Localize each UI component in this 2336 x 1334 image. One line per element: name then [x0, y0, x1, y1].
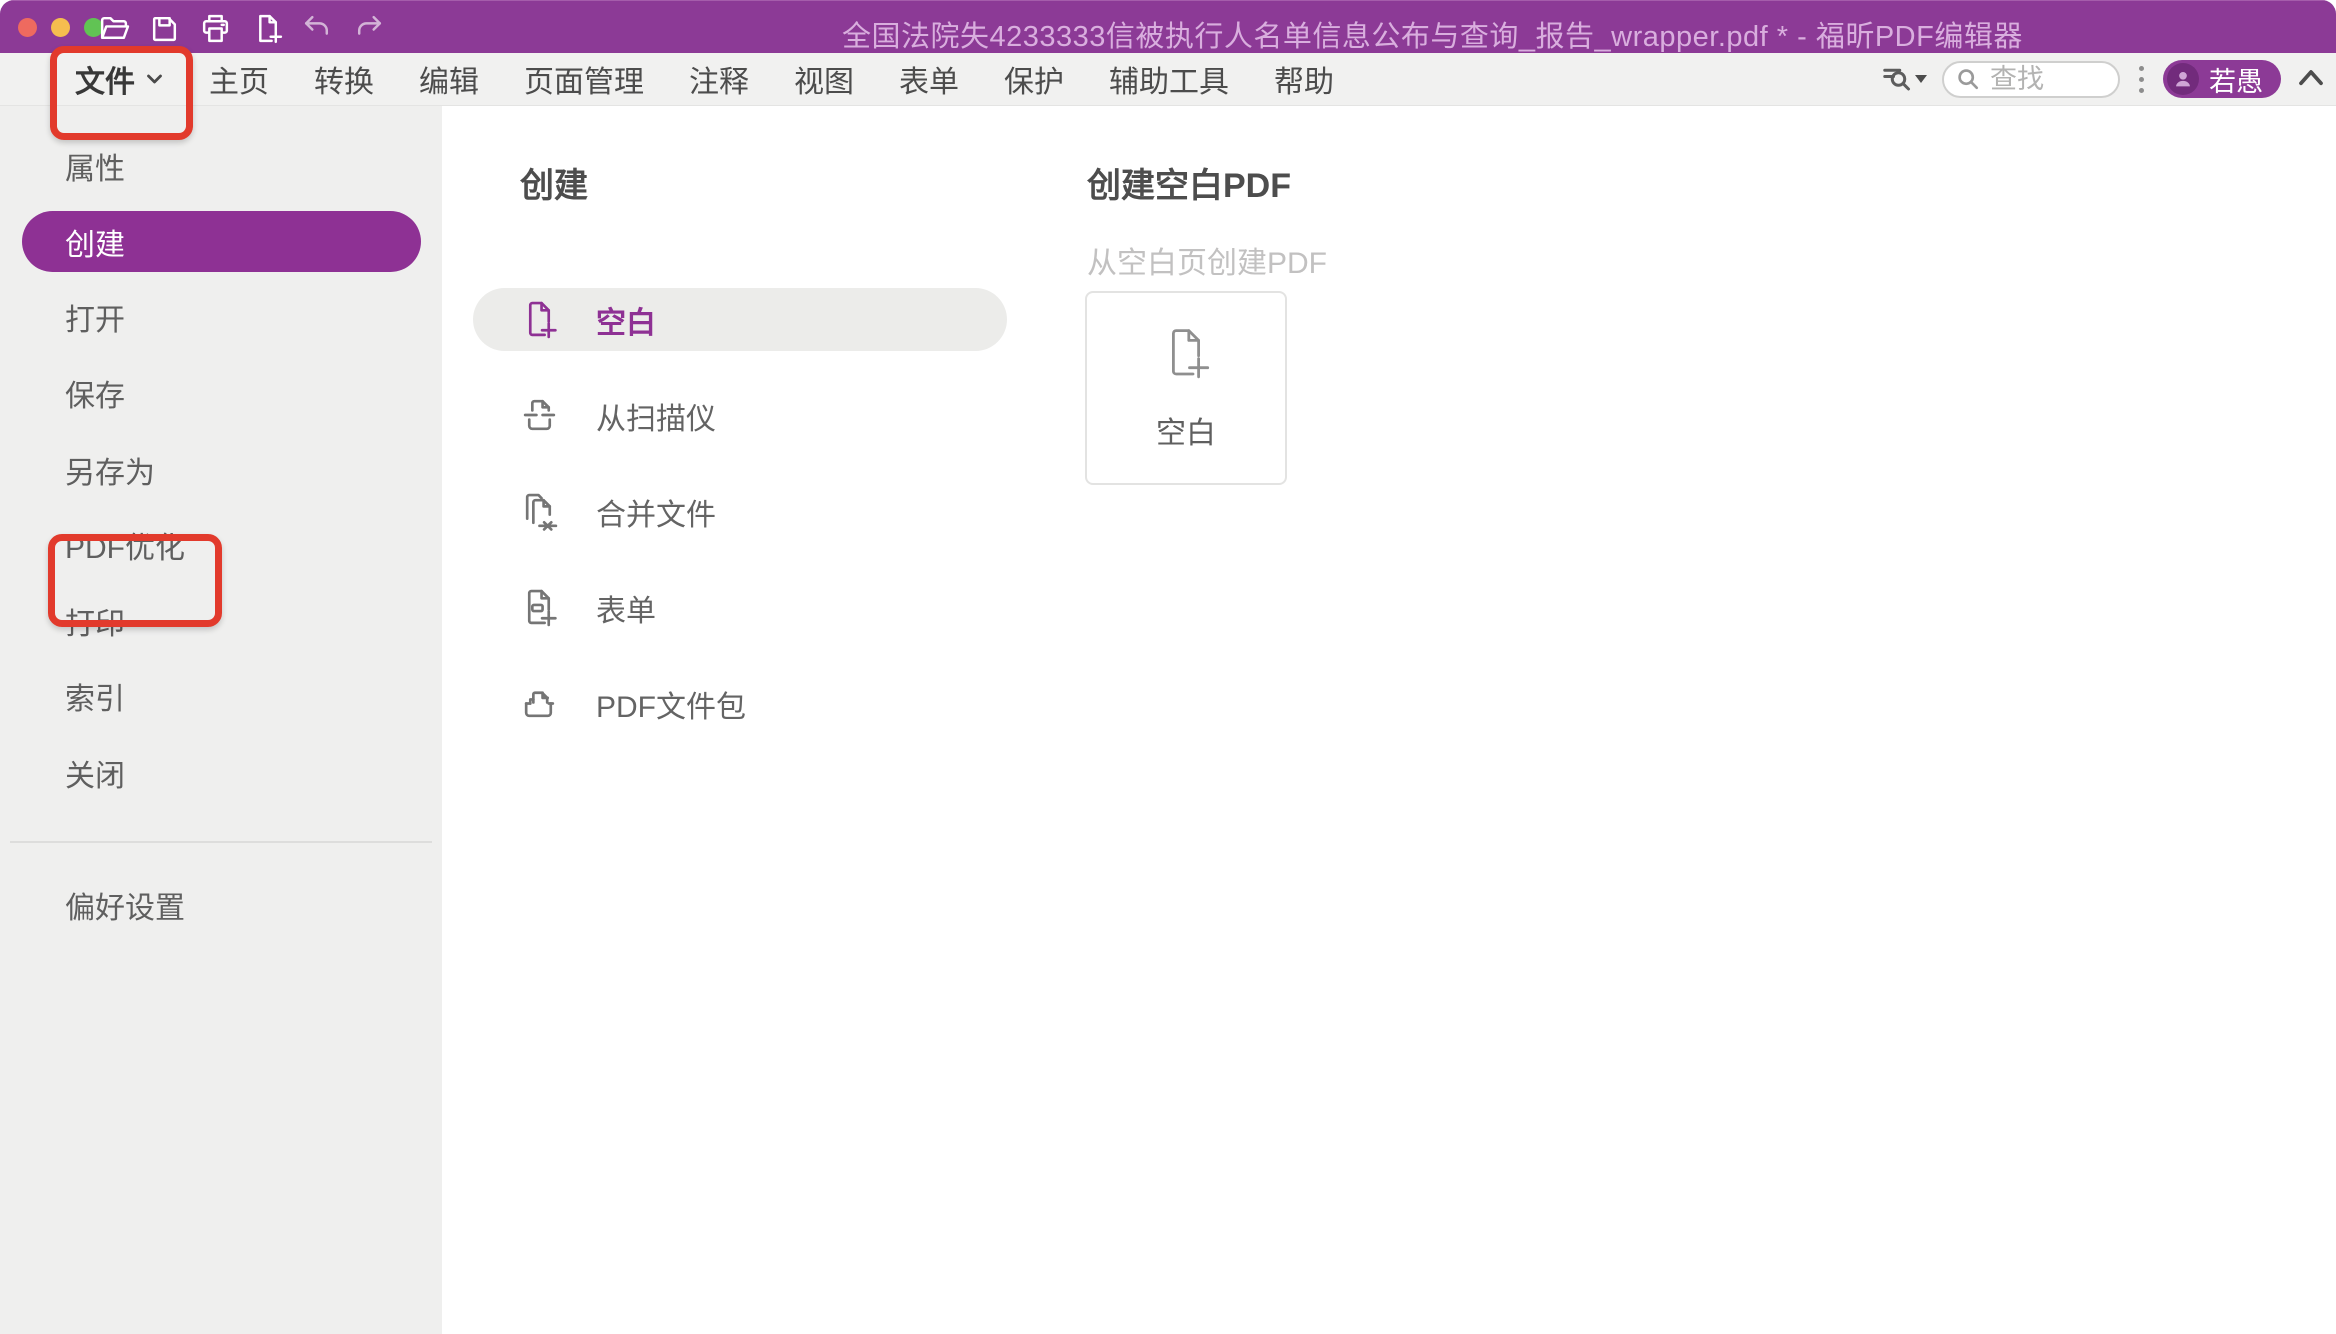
caret-down-icon	[1915, 75, 1927, 83]
sidebar-item-create-selected[interactable]: 创建	[22, 211, 421, 272]
chevron-up-icon	[2296, 66, 2326, 88]
detail-subheading: 从空白页创建PDF	[1087, 238, 1327, 282]
blank-page-icon	[519, 299, 560, 340]
tab-accessibility[interactable]: 辅助工具	[1109, 57, 1229, 101]
annotation-box-save-as	[48, 534, 222, 627]
detail-heading: 创建空白PDF	[1087, 158, 1291, 207]
save-icon[interactable]	[146, 10, 182, 46]
tab-form[interactable]: 表单	[899, 57, 959, 101]
collapse-toolbar-button[interactable]	[2296, 66, 2326, 93]
search-field[interactable]	[1942, 61, 2120, 98]
sidebar-divider	[10, 841, 432, 843]
user-name: 若愚	[2209, 60, 2263, 99]
foxit-pdf-editor-window: 全国法院失4233333信被执行人名单信息公布与查询_报告_wrapper.pd…	[0, 0, 2336, 1334]
tab-help[interactable]: 帮助	[1274, 57, 1334, 101]
sidebar-item-index[interactable]: 索引	[65, 666, 125, 726]
search-icon	[1956, 67, 1980, 91]
create-item-label: 空白	[596, 298, 656, 342]
create-column: 创建 空白 从扫描仪 合并文件	[442, 106, 1040, 1334]
user-account-button[interactable]: 若愚	[2163, 60, 2281, 98]
advanced-search-icon	[1881, 64, 1911, 94]
blank-pdf-card[interactable]: 空白	[1085, 291, 1287, 485]
sidebar-item-preferences[interactable]: 偏好设置	[65, 875, 185, 935]
create-item-blank[interactable]: 空白	[473, 288, 1007, 351]
titlebar: 全国法院失4233333信被执行人名单信息公布与查询_报告_wrapper.pd…	[0, 0, 2336, 53]
new-document-icon[interactable]	[248, 10, 284, 46]
create-item-combine-files[interactable]: 合并文件	[473, 480, 1007, 543]
create-item-label: PDF文件包	[596, 682, 746, 726]
create-item-label: 合并文件	[596, 490, 716, 534]
sidebar-item-open[interactable]: 打开	[65, 287, 125, 347]
form-icon	[519, 587, 560, 628]
print-icon[interactable]	[197, 10, 233, 46]
blank-page-icon	[1158, 325, 1214, 381]
more-options-button[interactable]	[2135, 66, 2148, 93]
file-menu-sidebar: 属性 创建 打开 保存 另存为 PDF优化 打印 索引 关闭 偏好设置	[0, 106, 442, 1334]
pdf-portfolio-icon	[519, 683, 560, 724]
redo-icon[interactable]	[350, 10, 386, 46]
tab-view[interactable]: 视图	[794, 57, 854, 101]
search-input[interactable]	[1988, 63, 2102, 96]
annotation-box-file-menu	[50, 46, 193, 140]
tab-protect[interactable]: 保护	[1004, 57, 1064, 101]
merge-files-icon	[519, 491, 560, 532]
create-item-label: 表单	[596, 586, 656, 630]
tab-edit[interactable]: 编辑	[419, 57, 479, 101]
open-folder-icon[interactable]	[95, 10, 131, 46]
scanner-icon	[519, 395, 560, 436]
undo-icon[interactable]	[299, 10, 335, 46]
window-title: 全国法院失4233333信被执行人名单信息公布与查询_报告_wrapper.pd…	[842, 13, 2023, 55]
tab-convert[interactable]: 转换	[314, 57, 374, 101]
blank-card-label: 空白	[1087, 408, 1285, 452]
sidebar-item-close[interactable]: 关闭	[65, 743, 125, 803]
create-item-pdf-portfolio[interactable]: PDF文件包	[473, 672, 1007, 735]
tab-home[interactable]: 主页	[209, 57, 269, 101]
traffic-lights	[18, 18, 103, 37]
sidebar-item-save-as[interactable]: 另存为	[65, 440, 155, 500]
sidebar-item-properties[interactable]: 属性	[65, 136, 125, 196]
create-item-label: 从扫描仪	[596, 394, 716, 438]
minimize-window-button[interactable]	[51, 18, 70, 37]
create-heading: 创建	[520, 158, 588, 207]
create-item-form[interactable]: 表单	[473, 576, 1007, 639]
create-blank-panel: 创建空白PDF 从空白页创建PDF 空白	[1040, 106, 2336, 1334]
avatar	[2167, 63, 2199, 95]
menubar: 文件 主页 转换 编辑 页面管理 注释 视图 表单 保护 辅助工具 帮助	[0, 53, 2336, 106]
backstage-view: 属性 创建 打开 保存 另存为 PDF优化 打印 索引 关闭 偏好设置 创建 空…	[0, 106, 2336, 1334]
person-icon	[2172, 68, 2194, 90]
sidebar-item-save[interactable]: 保存	[65, 363, 125, 423]
advanced-find-button[interactable]	[1881, 64, 1927, 94]
create-item-from-scanner[interactable]: 从扫描仪	[473, 384, 1007, 447]
tab-organize[interactable]: 页面管理	[524, 57, 644, 101]
tab-comment[interactable]: 注释	[689, 57, 749, 101]
close-window-button[interactable]	[18, 18, 37, 37]
